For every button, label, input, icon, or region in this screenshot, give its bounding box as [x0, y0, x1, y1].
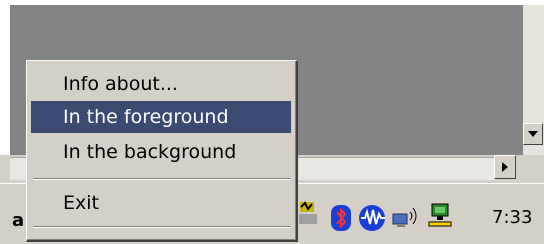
partial-tray-icon[interactable] [298, 200, 318, 226]
screen: a 7:33 Info about... In the foreground I… [0, 0, 544, 244]
scroll-right-button[interactable] [494, 155, 516, 179]
menu-item-background[interactable]: In the background [31, 136, 291, 168]
scroll-down-button[interactable] [523, 123, 543, 145]
menu-item-foreground[interactable]: In the foreground [31, 101, 291, 133]
scrollbar-corner [516, 155, 544, 183]
menu-item-exit[interactable]: Exit [31, 187, 291, 219]
taskbar-button-partial[interactable]: a [12, 210, 24, 231]
taskbar-clock[interactable]: 7:33 [492, 207, 532, 228]
menu-item-info-about[interactable]: Info about... [31, 68, 291, 100]
menu-separator [33, 178, 291, 180]
menu-separator [33, 226, 291, 228]
arrow-down-icon [528, 131, 538, 137]
wireless-network-icon[interactable] [391, 202, 421, 230]
bluetooth-icon[interactable] [330, 204, 352, 232]
audio-wave-icon[interactable] [358, 204, 388, 232]
arrow-right-icon [502, 162, 508, 172]
network-computer-icon[interactable] [428, 202, 454, 230]
context-menu: Info about... In the foreground In the b… [26, 60, 298, 242]
